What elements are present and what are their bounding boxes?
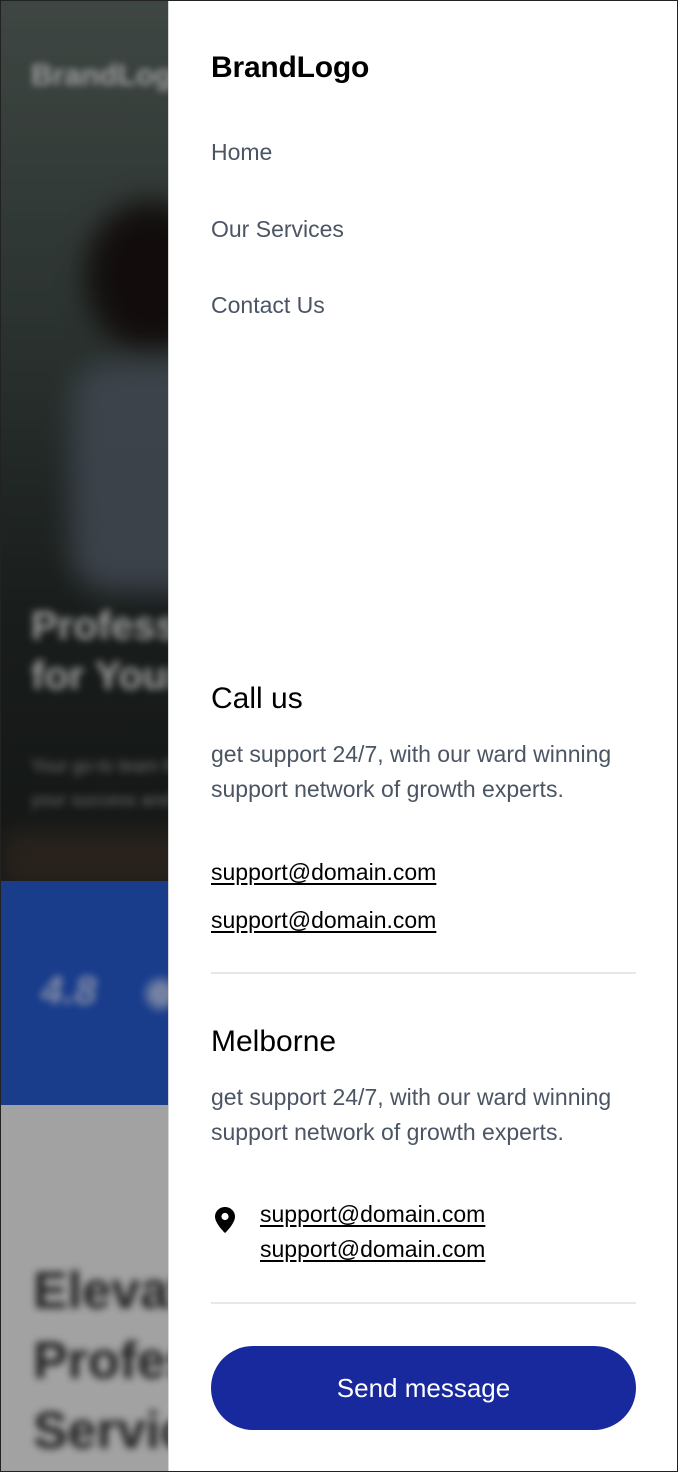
call-us-email-link[interactable]: support@domain.com	[211, 907, 436, 934]
section-divider	[211, 972, 636, 974]
nav-item-contact-us[interactable]: Contact Us	[211, 292, 325, 319]
melborne-heading: Melborne	[211, 1025, 337, 1058]
nav-item-home[interactable]: Home	[211, 139, 272, 166]
melborne-email-link[interactable]: support@domain.com	[260, 1236, 485, 1263]
melborne-description: get support 24/7, with our ward winning …	[211, 1084, 612, 1145]
call-us-description: get support 24/7, with our ward winning …	[211, 741, 612, 802]
nav-drawer: BrandLogo Home Our Services Contact Us C…	[168, 1, 677, 1471]
brand-logo[interactable]: BrandLogo	[211, 51, 369, 85]
section-divider	[211, 1302, 636, 1304]
call-us-email-link[interactable]: support@domain.com	[211, 859, 436, 886]
call-us-heading: Call us	[211, 682, 303, 715]
melborne-email-link[interactable]: support@domain.com	[260, 1201, 485, 1228]
map-pin-icon	[215, 1207, 235, 1233]
send-message-button[interactable]: Send message	[211, 1346, 636, 1430]
nav-item-our-services[interactable]: Our Services	[211, 216, 344, 243]
app-frame: BrandLogo Professional Services for Your…	[0, 0, 678, 1472]
